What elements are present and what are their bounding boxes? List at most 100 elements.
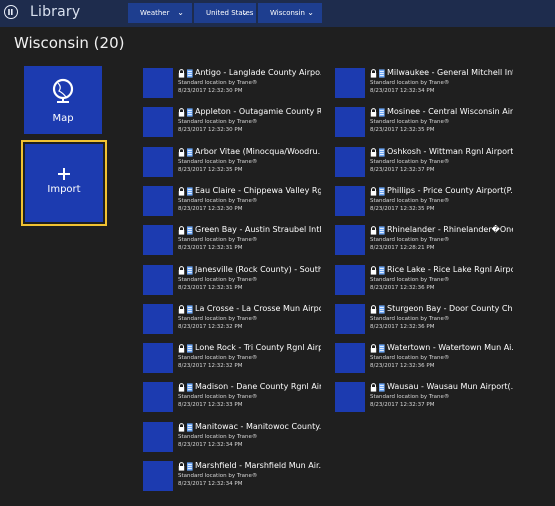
- location-date: 8/23/2017 12:32:37 PM: [370, 166, 435, 173]
- location-name: Manitowac - Manitowoc County...: [195, 421, 321, 431]
- location-item[interactable]: Wausau - Wausau Mun Airport(... Standard …: [335, 382, 515, 414]
- location-source: Standard location by Trane®: [178, 237, 258, 244]
- location-item[interactable]: Oshkosh - Wittman Rgnl Airport... Standar…: [335, 146, 515, 179]
- location-date: 8/23/2017 12:32:35 PM: [370, 205, 435, 212]
- location-date: 8/23/2017 12:32:36 PM: [370, 284, 435, 291]
- location-source: Standard location by Trane®: [178, 315, 258, 322]
- location-date: 8/23/2017 12:32:35 PM: [178, 166, 243, 173]
- breadcrumb-label: Weather: [140, 9, 170, 17]
- location-item[interactable]: Sturgeon Bay - Door County Ch... Standard…: [335, 303, 515, 336]
- location-name: Watertown - Watertown Mun Ai...: [387, 343, 513, 353]
- location-thumbnail: [335, 107, 365, 138]
- location-item[interactable]: La Crosse - La Crosse Mun Airpo... Standa…: [143, 303, 323, 336]
- location-item[interactable]: Lone Rock - Tri County Rgnl Airp... Stand…: [143, 343, 323, 375]
- chevron-down-icon: ⌄: [307, 8, 314, 17]
- back-button[interactable]: [4, 5, 18, 19]
- location-name: La Crosse - La Crosse Mun Airpo...: [195, 303, 321, 313]
- location-item[interactable]: Janesville (Rock County) - South... Stand…: [143, 264, 323, 297]
- location-source: Standard location by Trane®: [178, 394, 258, 401]
- location-date: 8/23/2017 12:32:36 PM: [370, 323, 435, 330]
- location-thumbnail: [143, 421, 173, 452]
- top-bar: Library Weather ⌄ United States ⌄ Wiscon…: [0, 0, 555, 27]
- lock-document-icon: [370, 265, 385, 275]
- lock-document-icon: [178, 462, 193, 471]
- lock-document-icon: [370, 108, 385, 117]
- location-date: 8/23/2017 12:32:30 PM: [178, 205, 243, 212]
- breadcrumb-wisconsin[interactable]: Wisconsin ⌄: [258, 3, 322, 23]
- location-source: Standard location by Trane®: [370, 80, 450, 86]
- location-item[interactable]: Mosinee - Central Wisconsin Air... Standa…: [335, 107, 515, 139]
- location-source: Standard location by Trane®: [178, 80, 258, 86]
- location-date: 8/23/2017 12:28:21 PM: [370, 245, 435, 252]
- lock-document-icon: [178, 187, 193, 196]
- plus-icon: [58, 168, 70, 180]
- location-item[interactable]: Green Bay - Austin Straubel Intl... Stand…: [143, 225, 323, 257]
- location-source: Standard location by Trane®: [370, 276, 450, 283]
- chevron-down-icon: ⌄: [241, 8, 248, 17]
- breadcrumb-united-states[interactable]: United States ⌄: [194, 3, 256, 23]
- page-title: Wisconsin (20): [14, 34, 125, 52]
- lock-document-icon: [178, 226, 193, 235]
- app-title: Library: [30, 4, 81, 20]
- location-thumbnail: [335, 303, 365, 334]
- location-item[interactable]: Rice Lake - Rice Lake Rgnl Airpor... Stan…: [335, 264, 515, 297]
- location-date: 8/23/2017 12:32:30 PM: [178, 88, 243, 94]
- location-item[interactable]: Antigo - Langlade County Airpo... Standar…: [143, 68, 323, 100]
- lock-document-icon: [178, 69, 193, 78]
- location-name: Mosinee - Central Wisconsin Air...: [387, 107, 513, 117]
- lock-document-icon: [370, 187, 385, 196]
- location-name: Madison - Dane County Rgnl Air...: [195, 382, 321, 392]
- location-thumbnail: [143, 382, 173, 413]
- location-item[interactable]: Eau Claire - Chippewa Valley Rg... Standa…: [143, 185, 323, 218]
- location-item[interactable]: Madison - Dane County Rgnl Air... Standar…: [143, 382, 323, 414]
- lock-document-icon: [178, 383, 193, 392]
- location-source: Standard location by Trane®: [370, 355, 450, 362]
- location-thumbnail: [143, 343, 173, 374]
- location-item[interactable]: Marshfield - Marshfield Mun Air... Standa…: [143, 461, 323, 493]
- location-name: Green Bay - Austin Straubel Intl...: [195, 225, 321, 235]
- import-tile[interactable]: Import: [25, 144, 103, 222]
- location-source: Standard location by Trane®: [370, 197, 450, 204]
- location-item[interactable]: Phillips - Price County Airport(P... Stan…: [335, 185, 515, 218]
- location-name: Rhinelander - Rhinelander�One...: [387, 225, 513, 235]
- location-source: Standard location by Trane®: [178, 355, 258, 362]
- lock-document-icon: [178, 344, 193, 353]
- location-source: Standard location by Trane®: [370, 119, 450, 126]
- map-tile[interactable]: Map: [24, 66, 102, 134]
- location-thumbnail: [335, 343, 365, 374]
- location-source: Standard location by Trane®: [178, 197, 258, 204]
- location-name: Wausau - Wausau Mun Airport(...: [387, 382, 513, 392]
- location-source: Standard location by Trane®: [178, 473, 258, 479]
- location-name: Oshkosh - Wittman Rgnl Airport...: [387, 146, 513, 156]
- location-source: Standard location by Trane®: [178, 158, 258, 165]
- library-icon: [8, 9, 13, 15]
- location-item[interactable]: Appleton - Outagamie County R... Standard…: [143, 107, 323, 139]
- location-thumbnail: [335, 185, 365, 216]
- location-thumbnail: [335, 225, 365, 256]
- location-thumbnail: [143, 264, 173, 295]
- location-thumbnail: [143, 225, 173, 256]
- import-tile-label: Import: [47, 184, 81, 195]
- location-name: Janesville (Rock County) - South...: [195, 264, 321, 274]
- location-name: Rice Lake - Rice Lake Rgnl Airpor...: [387, 264, 513, 274]
- location-date: 8/23/2017 12:32:33 PM: [178, 402, 243, 409]
- location-name: Sturgeon Bay - Door County Ch...: [387, 303, 513, 313]
- location-date: 8/23/2017 12:32:37 PM: [370, 402, 435, 409]
- location-date: 8/23/2017 12:32:31 PM: [178, 284, 243, 291]
- location-thumbnail: [335, 68, 365, 98]
- location-item[interactable]: Watertown - Watertown Mun Ai... Standard …: [335, 343, 515, 375]
- location-item[interactable]: Milwaukee - General Mitchell Int... Stand…: [335, 68, 515, 100]
- location-item[interactable]: Arbor Vitae (Minocqua/Woodru... Standard …: [143, 146, 323, 179]
- location-date: 8/23/2017 12:32:34 PM: [178, 481, 243, 487]
- lock-document-icon: [370, 344, 385, 353]
- location-item[interactable]: Manitowac - Manitowoc County... Standard …: [143, 421, 323, 454]
- lock-document-icon: [178, 304, 193, 314]
- lock-document-icon: [178, 108, 193, 117]
- location-item[interactable]: Rhinelander - Rhinelander�One... Standard…: [335, 225, 515, 257]
- chevron-down-icon: ⌄: [177, 8, 184, 17]
- location-thumbnail: [143, 461, 173, 491]
- location-thumbnail: [143, 68, 173, 98]
- location-date: 8/23/2017 12:32:32 PM: [178, 363, 243, 370]
- location-name: Eau Claire - Chippewa Valley Rg...: [195, 185, 321, 195]
- breadcrumb-weather[interactable]: Weather ⌄: [128, 3, 192, 23]
